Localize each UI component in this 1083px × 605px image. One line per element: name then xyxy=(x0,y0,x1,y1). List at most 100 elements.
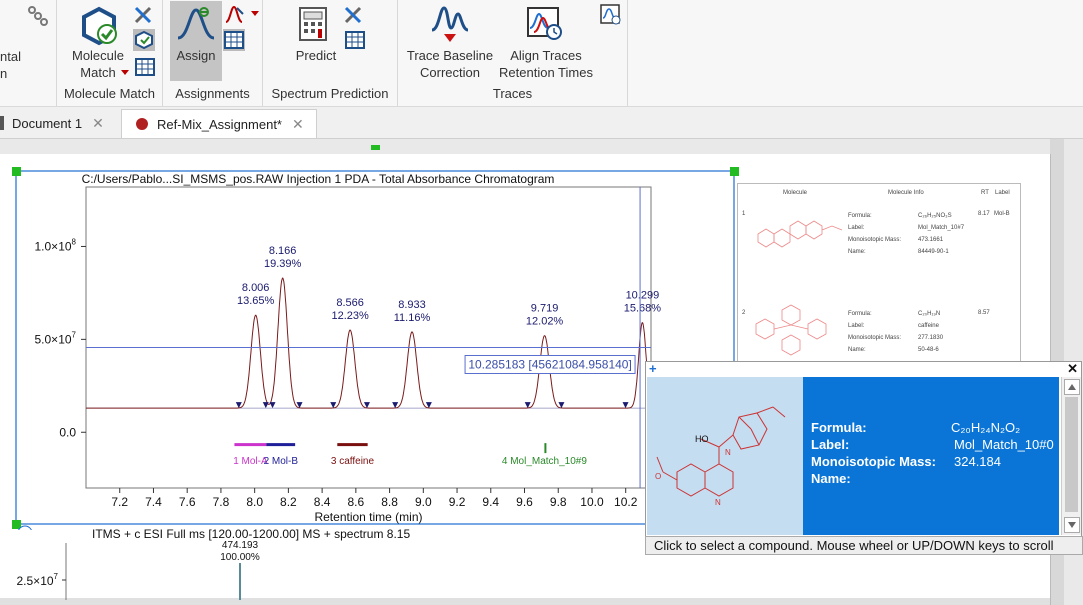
molecule-match-icon[interactable] xyxy=(79,6,119,46)
peak-rt-label: 8.933 xyxy=(398,299,426,311)
match-check-icon[interactable] xyxy=(133,29,155,51)
ribbon-group-traces: Trace Baseline Correction Align Traces R… xyxy=(398,0,628,106)
assignment-label: 2 Mol-B xyxy=(264,456,299,467)
ribbon-toolbar: ntal n Molecule Match Molecule Match Ass… xyxy=(0,0,1083,107)
row-name: 84449-90-1 xyxy=(918,249,949,255)
x-tick-label: 7.4 xyxy=(145,495,162,509)
y-tick-label: 1.0×108 xyxy=(35,237,77,253)
ribbon-group-spectrum-prediction: Predict Spectrum Prediction xyxy=(263,0,398,106)
x-tick-label: 7.6 xyxy=(179,495,196,509)
svg-text:HO: HO xyxy=(695,434,709,444)
predict-tools-icon[interactable] xyxy=(343,5,365,25)
row-mass-label: Monoisotopic Mass: xyxy=(848,237,902,243)
molecule-structure-2 xyxy=(755,304,827,356)
compound-card[interactable]: HO N N O Formula: C₂₀H₂₄N₂O₂ Label: Mol_… xyxy=(647,377,1059,535)
row-index: 2 xyxy=(742,310,746,316)
chart-title: C:/Users/Pablo...SI_MSMS_pos.RAW Injecti… xyxy=(82,172,555,186)
assignment-bar[interactable] xyxy=(266,443,296,447)
popup-name-label: Name: xyxy=(811,471,851,486)
assignment-bar[interactable] xyxy=(234,443,267,447)
row-formula-label: Formula: xyxy=(848,311,872,317)
trace-baseline-button[interactable]: Trace Baseline Correction xyxy=(400,47,500,81)
peak-rt-label: 8.006 xyxy=(242,282,270,294)
peak-area-label: 11.16% xyxy=(394,312,431,324)
assign-dropdown-arrow-icon[interactable] xyxy=(251,11,259,17)
assignment-bar[interactable] xyxy=(337,443,368,447)
close-tab-icon[interactable]: ✕ xyxy=(292,116,304,133)
align-traces-label-1: Align Traces xyxy=(510,48,582,63)
tab-label: Ref-Mix_Assignment* xyxy=(157,116,282,132)
tab-document-1[interactable]: Document 1 ✕ xyxy=(0,109,116,137)
predict-button-label[interactable]: Predict xyxy=(283,47,349,64)
compound-structure: HO N N O xyxy=(647,377,803,535)
row-mass: 277.1830 xyxy=(918,335,944,341)
close-tab-icon[interactable]: ✕ xyxy=(92,115,104,132)
x-tick-label: 7.2 xyxy=(111,495,128,509)
trace-settings-icon[interactable] xyxy=(600,4,622,26)
row-formula-label: Formula: xyxy=(848,213,872,219)
partial-label-line-2: n xyxy=(0,66,8,81)
wrench-chain-icon[interactable] xyxy=(26,4,50,26)
group-label-spectrum-prediction: Spectrum Prediction xyxy=(271,86,389,101)
tools-icon[interactable] xyxy=(133,5,155,25)
x-tick-label: 7.8 xyxy=(213,495,230,509)
scroll-up-button[interactable] xyxy=(1064,379,1080,395)
peak-area-label: 13.65% xyxy=(237,295,275,307)
y-tick-label: 5.0×107 xyxy=(35,330,77,346)
align-traces-label-2: Retention Times xyxy=(499,65,593,80)
svg-text:O: O xyxy=(655,472,661,481)
match-table-icon[interactable] xyxy=(135,58,155,76)
ribbon-group-assignments: Assign Assignments xyxy=(163,0,263,106)
spectrum-y-tick-label: 2.5×107 xyxy=(17,572,59,588)
x-tick-label: 8.0 xyxy=(246,495,263,509)
resize-handle[interactable] xyxy=(12,167,21,176)
document-tab-bar: Document 1 ✕ Ref-Mix_Assignment* ✕ xyxy=(0,107,1083,139)
spectrum-peak-mz: 474.193 xyxy=(222,540,259,551)
scroll-down-button[interactable] xyxy=(1064,517,1080,533)
document-type-icon xyxy=(136,118,148,130)
molecule-table[interactable]: Molecule Molecule Info RT Label 1 Formul… xyxy=(737,183,1021,365)
table-header-molecule-info: Molecule Info xyxy=(888,190,924,196)
assign-peak-icon[interactable] xyxy=(176,4,216,44)
row-name-label: Name: xyxy=(848,249,866,255)
x-tick-label: 8.4 xyxy=(314,495,331,509)
chromatogram-chart[interactable]: C:/Users/Pablo...SI_MSMS_pos.RAW Injecti… xyxy=(0,145,740,530)
tab-ref-mix-assignment[interactable]: Ref-Mix_Assignment* ✕ xyxy=(121,109,317,138)
dropdown-arrow-icon[interactable] xyxy=(121,70,129,76)
assign-table-icon[interactable] xyxy=(223,29,245,51)
peak-rt-label: 9.719 xyxy=(531,303,559,315)
row-name: 50-48-6 xyxy=(918,347,939,353)
align-traces-button[interactable]: Align Traces Retention Times xyxy=(492,47,600,81)
document-icon xyxy=(0,116,4,130)
row-rt: 8.17 xyxy=(978,211,990,217)
assignment-bar[interactable] xyxy=(544,443,547,454)
resize-handle[interactable] xyxy=(730,167,739,176)
row-label-label: Label: xyxy=(848,225,865,231)
compound-popup[interactable]: + ✕ HO N N O Formula: C₂₀H₂₄N₂O₂ Label: … xyxy=(645,361,1082,538)
popup-pin-icon[interactable]: + xyxy=(649,362,657,375)
resize-handle[interactable] xyxy=(371,145,380,150)
row-mass: 473.1661 xyxy=(918,237,944,243)
align-traces-icon[interactable] xyxy=(526,6,564,42)
spectrum-chart[interactable]: ITMS + c ESI Full ms [120.00-1200.00] MS… xyxy=(0,525,740,600)
trace-baseline-icon[interactable] xyxy=(430,4,470,44)
popup-label-value: Mol_Match_10#0 xyxy=(954,437,1054,452)
partial-button-label[interactable]: ntal n xyxy=(0,48,22,82)
popup-close-icon[interactable]: ✕ xyxy=(1067,362,1078,375)
peak-area-label: 12.02% xyxy=(526,316,564,328)
group-label-molecule-match: Molecule Match xyxy=(63,86,156,101)
scroll-thumb[interactable] xyxy=(1065,397,1078,512)
plot-area xyxy=(85,186,652,489)
group-label-traces: Traces xyxy=(492,86,533,101)
predict-calculator-icon[interactable] xyxy=(297,6,331,42)
spectrum-peak-percent: 100.00% xyxy=(220,552,260,563)
popup-mass-label: Monoisotopic Mass: xyxy=(811,454,936,469)
peak-area-label: 19.39% xyxy=(264,258,302,270)
tab-label: Document 1 xyxy=(12,115,83,131)
popup-label-label: Label: xyxy=(811,437,850,452)
row-formula: C₂₀H₁₉N xyxy=(918,311,941,317)
x-tick-label: 8.6 xyxy=(348,495,365,509)
popup-scrollbar[interactable] xyxy=(1061,377,1081,535)
assign-peaks-menu-icon[interactable] xyxy=(225,4,249,24)
x-tick-label: 10.2 xyxy=(614,495,638,509)
